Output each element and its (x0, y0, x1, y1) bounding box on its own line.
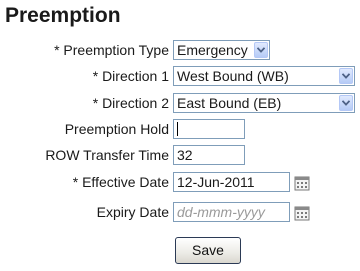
row-transfer-time-row: ROW Transfer Time 32 (0, 144, 360, 166)
expiry-date-input[interactable]: dd-mmm-yyyy (173, 202, 290, 222)
text-caret (177, 122, 178, 136)
row-transfer-time-value: 32 (177, 147, 193, 163)
preemption-type-select[interactable]: Emergency (173, 40, 270, 60)
direction-2-row: * Direction 2 East Bound (EB) (0, 92, 360, 114)
effective-date-label: * Effective Date (72, 174, 169, 190)
chevron-down-icon[interactable] (339, 95, 353, 111)
expiry-date-label: Expiry Date (96, 204, 169, 220)
calendar-icon[interactable] (294, 175, 310, 191)
direction-2-label: * Direction 2 (92, 95, 169, 111)
preemption-type-row: * Preemption Type Emergency (0, 39, 360, 61)
row-transfer-time-input[interactable]: 32 (173, 145, 245, 165)
effective-date-row: * Effective Date 12-Jun-2011 (0, 171, 360, 193)
direction-2-value: East Bound (EB) (177, 95, 282, 111)
row-transfer-time-label: ROW Transfer Time (45, 147, 169, 163)
chevron-down-icon[interactable] (254, 42, 268, 58)
preemption-type-value: Emergency (177, 42, 248, 58)
expiry-date-row: Expiry Date dd-mmm-yyyy (0, 201, 360, 223)
preemption-hold-row: Preemption Hold (0, 118, 360, 140)
direction-1-label: * Direction 1 (92, 68, 169, 84)
effective-date-input[interactable]: 12-Jun-2011 (173, 172, 290, 192)
direction-2-select[interactable]: East Bound (EB) (173, 93, 355, 113)
save-button[interactable]: Save (175, 237, 241, 264)
direction-1-row: * Direction 1 West Bound (WB) (0, 65, 360, 87)
page-title: Preemption (5, 4, 121, 27)
chevron-down-icon[interactable] (339, 68, 353, 84)
preemption-type-label: * Preemption Type (54, 42, 169, 58)
preemption-hold-label: Preemption Hold (64, 121, 169, 137)
calendar-icon[interactable] (294, 205, 310, 221)
effective-date-value: 12-Jun-2011 (177, 174, 255, 190)
expiry-date-placeholder: dd-mmm-yyyy (177, 204, 265, 220)
direction-1-value: West Bound (WB) (177, 68, 289, 84)
preemption-hold-input[interactable] (173, 119, 245, 139)
direction-1-select[interactable]: West Bound (WB) (173, 66, 355, 86)
